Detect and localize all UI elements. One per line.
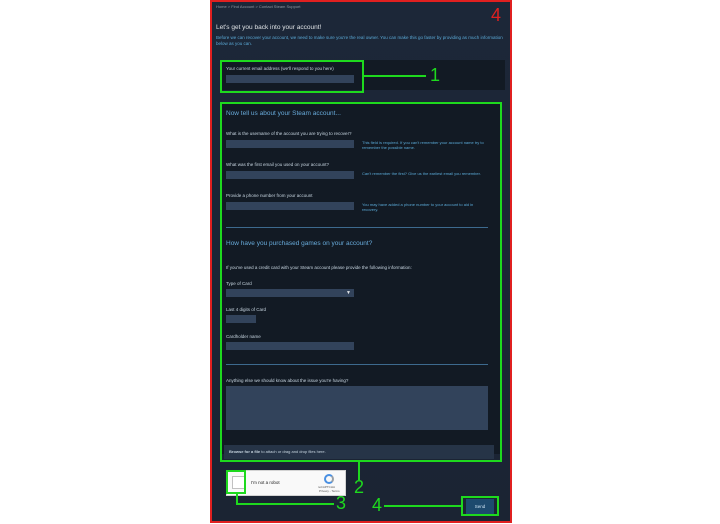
recaptcha-logo-icon xyxy=(324,474,334,484)
annotation-leader-3b xyxy=(236,503,334,505)
annotation-box-4 xyxy=(461,496,499,516)
annotation-leader-4 xyxy=(384,505,461,507)
annotation-number-4: 4 xyxy=(372,495,383,515)
annotation-leader-1 xyxy=(364,75,426,77)
annotation-number-3: 3 xyxy=(336,493,347,513)
annotation-number-2: 2 xyxy=(354,477,365,497)
annotation-number-1: 1 xyxy=(430,65,441,85)
recaptcha-label: I'm not a robot xyxy=(251,480,280,485)
breadcrumb[interactable]: Home > Find Account > Contact Steam Supp… xyxy=(216,4,301,9)
page-title: Let's get you back into your account! xyxy=(216,24,322,31)
annotation-box-3 xyxy=(226,470,246,494)
annotation-box-1 xyxy=(220,60,364,93)
annotation-number-frame: 4 xyxy=(491,5,502,25)
annotation-box-2 xyxy=(220,102,502,462)
intro-text: Before we can recover your account, we n… xyxy=(216,35,503,46)
